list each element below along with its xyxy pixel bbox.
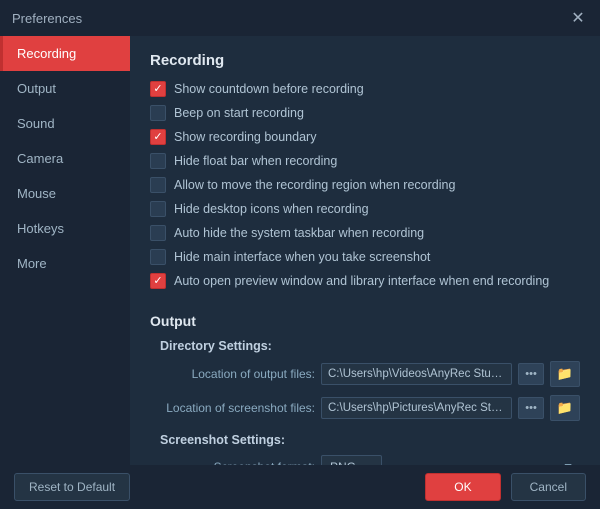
checkbox-row: Auto hide the system taskbar when record… [150, 225, 580, 241]
title-bar: Preferences ✕ [0, 0, 600, 36]
format-select-wrapper: PNG JPG BMP GIF ▼ [321, 455, 580, 465]
directory-settings-title: Directory Settings: [160, 339, 580, 353]
checkbox-label: Hide float bar when recording [174, 154, 337, 168]
checkbox-2[interactable]: ✓ [150, 129, 166, 145]
folder-icon-2: 📁 [557, 400, 573, 415]
sidebar: Recording Output Sound Camera Mouse Hotk… [0, 36, 130, 465]
checkbox-label: Beep on start recording [174, 106, 304, 120]
reset-button[interactable]: Reset to Default [14, 473, 130, 501]
screenshot-dots-button[interactable]: ••• [518, 397, 544, 419]
footer-buttons: OK Cancel [425, 473, 586, 501]
checkbox-label: Show countdown before recording [174, 82, 364, 96]
checkmark-icon: ✓ [153, 132, 162, 143]
sidebar-item-recording[interactable]: Recording [0, 36, 130, 71]
main-content: Recording Output Sound Camera Mouse Hotk… [0, 36, 600, 465]
checkbox-label: Hide main interface when you take screen… [174, 250, 430, 264]
checkbox-row: Hide float bar when recording [150, 153, 580, 169]
output-files-value: C:\Users\hp\Videos\AnyRec Studio\AnyRec … [321, 363, 512, 385]
screenshot-files-label: Location of screenshot files: [150, 401, 315, 415]
sidebar-item-more[interactable]: More [0, 246, 130, 281]
format-select[interactable]: PNG JPG BMP GIF [321, 455, 382, 465]
right-panel: Recording ✓ Show countdown before recordi… [130, 36, 600, 465]
checkbox-row: ✓ Show countdown before recording [150, 81, 580, 97]
screenshot-files-value: C:\Users\hp\Pictures\AnyRec Studio\AnyRe… [321, 397, 512, 419]
sidebar-item-mouse[interactable]: Mouse [0, 176, 130, 211]
checkmark-icon: ✓ [153, 276, 162, 287]
sidebar-item-sound[interactable]: Sound [0, 106, 130, 141]
output-files-row: Location of output files: C:\Users\hp\Vi… [150, 361, 580, 387]
checkbox-label: Auto hide the system taskbar when record… [174, 226, 424, 240]
output-dots-button[interactable]: ••• [518, 363, 544, 385]
checkbox-row: Allow to move the recording region when … [150, 177, 580, 193]
checkbox-label: Allow to move the recording region when … [174, 178, 455, 192]
sidebar-item-hotkeys[interactable]: Hotkeys [0, 211, 130, 246]
checkbox-label: Hide desktop icons when recording [174, 202, 369, 216]
checkbox-label: Show recording boundary [174, 130, 316, 144]
checkbox-row: ✓ Auto open preview window and library in… [150, 273, 580, 289]
output-section: Output Directory Settings: Location of o… [150, 313, 580, 465]
screenshot-files-row: Location of screenshot files: C:\Users\h… [150, 395, 580, 421]
cancel-button[interactable]: Cancel [511, 473, 586, 501]
checkbox-label: Auto open preview window and library int… [174, 274, 549, 288]
checkbox-3[interactable] [150, 153, 166, 169]
close-button[interactable]: ✕ [568, 8, 588, 28]
recording-section-title: Recording [150, 52, 580, 69]
output-folder-button[interactable]: 📁 [550, 361, 580, 387]
checkbox-1[interactable] [150, 105, 166, 121]
ok-button[interactable]: OK [425, 473, 500, 501]
preferences-window: Preferences ✕ Recording Output Sound Cam… [0, 0, 600, 509]
checkbox-row: Hide main interface when you take screen… [150, 249, 580, 265]
screenshot-settings-section: Screenshot Settings: Screenshot format: … [150, 433, 580, 465]
checkbox-6[interactable] [150, 225, 166, 241]
output-files-label: Location of output files: [150, 367, 315, 381]
checkbox-5[interactable] [150, 201, 166, 217]
screenshot-folder-button[interactable]: 📁 [550, 395, 580, 421]
folder-icon: 📁 [557, 366, 573, 381]
format-row: Screenshot format: PNG JPG BMP GIF ▼ [150, 455, 580, 465]
checkbox-0[interactable]: ✓ [150, 81, 166, 97]
checkbox-7[interactable] [150, 249, 166, 265]
sidebar-item-camera[interactable]: Camera [0, 141, 130, 176]
chevron-down-icon: ▼ [562, 460, 574, 465]
checkbox-4[interactable] [150, 177, 166, 193]
screenshot-settings-title: Screenshot Settings: [160, 433, 580, 447]
window-title: Preferences [12, 11, 82, 26]
checkmark-icon: ✓ [153, 84, 162, 95]
checkboxes-container: ✓ Show countdown before recording Beep on … [150, 81, 580, 297]
checkbox-row: Beep on start recording [150, 105, 580, 121]
checkbox-row: Hide desktop icons when recording [150, 201, 580, 217]
sidebar-item-output[interactable]: Output [0, 71, 130, 106]
footer: Reset to Default OK Cancel [0, 465, 600, 509]
checkbox-8[interactable]: ✓ [150, 273, 166, 289]
checkbox-row: ✓ Show recording boundary [150, 129, 580, 145]
output-section-title: Output [150, 313, 580, 329]
